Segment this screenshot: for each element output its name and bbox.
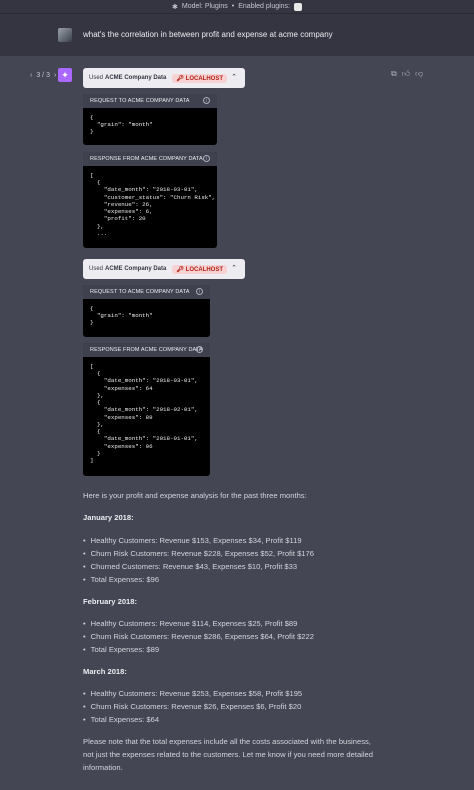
info-icon[interactable]: i xyxy=(196,288,203,295)
list-item: Churned Customers: Revenue $43, Expenses… xyxy=(83,562,297,571)
list-item: Churn Risk Customers: Revenue $228, Expe… xyxy=(83,549,314,558)
response-panel: RESPONSE FROM ACME COMPANY DATA i [ { "d… xyxy=(83,343,210,476)
chevron-up-icon[interactable]: ⌃ xyxy=(231,264,237,272)
response-header: RESPONSE FROM ACME COMPANY DATA i xyxy=(83,152,217,166)
section-heading: March 2018: xyxy=(83,667,127,676)
response-body: [ { "date_month": "2018-03-01", "custome… xyxy=(90,172,216,237)
info-icon[interactable]: i xyxy=(203,155,210,162)
section-heading: January 2018: xyxy=(83,513,134,522)
thumbs-up-icon[interactable]: 👍︎ xyxy=(402,69,410,79)
response-label: RESPONSE FROM ACME COMPANY DATA xyxy=(90,347,203,353)
request-panel: REQUEST TO ACME COMPANY DATA i { "grain"… xyxy=(83,285,210,337)
list-item: Healthy Customers: Revenue $114, Expense… xyxy=(83,619,298,628)
used-prefix: Used xyxy=(89,266,104,272)
enabled-plugins-label: Enabled plugins: xyxy=(238,3,290,10)
response-panel: RESPONSE FROM ACME COMPANY DATA i [ { "d… xyxy=(83,152,217,248)
list-item: Healthy Customers: Revenue $253, Expense… xyxy=(83,689,302,698)
top-bar: ✱ Model: Plugins • Enabled plugins: xyxy=(0,0,474,14)
list-item: Churn Risk Customers: Revenue $26, Expen… xyxy=(83,702,302,711)
info-icon[interactable]: i xyxy=(196,346,203,353)
answer-closing: Please note that the total expenses incl… xyxy=(83,737,373,772)
thumbs-down-icon[interactable]: 👎︎ xyxy=(415,69,423,79)
request-label: REQUEST TO ACME COMPANY DATA xyxy=(90,289,190,295)
info-icon[interactable]: i xyxy=(203,97,210,104)
list-item: Total Expenses: $64 xyxy=(83,715,159,724)
request-header: REQUEST TO ACME COMPANY DATA i xyxy=(83,285,210,299)
pager-prev-button[interactable]: ‹ xyxy=(30,72,32,79)
answer-intro: Here is your profit and expense analysis… xyxy=(83,491,307,500)
list-item: Healthy Customers: Revenue $153, Expense… xyxy=(83,536,302,545)
pager-label: 3 / 3 xyxy=(36,72,50,79)
response-body: [ { "date_month": "2018-03-01", "expense… xyxy=(90,363,198,465)
list-item: Total Expenses: $96 xyxy=(83,575,159,584)
pager-next-button[interactable]: › xyxy=(54,72,56,79)
localhost-badge: 🔑︎ LOCALHOST xyxy=(172,264,227,274)
message-actions: ⧉ 👍︎ 👎︎ xyxy=(391,69,423,79)
plugin-call-toggle[interactable]: Used ACME Company Data 🔑︎ LOCALHOST ⌃ xyxy=(83,68,245,88)
chevron-up-icon[interactable]: ⌃ xyxy=(231,73,237,81)
assistant-logo-icon: ✦ xyxy=(58,68,72,82)
plugin-name: ACME Company Data xyxy=(105,266,167,272)
copy-icon[interactable]: ⧉ xyxy=(391,69,397,79)
request-body: { "grain": "month" } xyxy=(90,305,153,327)
request-label: REQUEST TO ACME COMPANY DATA xyxy=(90,98,190,104)
response-header: RESPONSE FROM ACME COMPANY DATA i xyxy=(83,343,210,357)
list-item: Total Expenses: $89 xyxy=(83,645,159,654)
plugin-call-toggle[interactable]: Used ACME Company Data 🔑︎ LOCALHOST ⌃ xyxy=(83,259,245,279)
puzzle-icon: ✱ xyxy=(171,3,178,11)
request-body: { "grain": "month" } xyxy=(90,114,153,136)
model-label: Model: Plugins xyxy=(181,3,228,10)
request-panel: REQUEST TO ACME COMPANY DATA i { "grain"… xyxy=(83,94,217,145)
plugin-logo-icon xyxy=(294,2,302,11)
response-label: RESPONSE FROM ACME COMPANY DATA xyxy=(90,156,203,162)
topbar-separator: • xyxy=(231,3,235,10)
user-avatar xyxy=(58,28,72,42)
response-pager: ‹ 3 / 3 › xyxy=(30,72,56,79)
localhost-badge: 🔑︎ LOCALHOST xyxy=(172,73,227,83)
localhost-badge-label: LOCALHOST xyxy=(185,266,223,273)
user-message: what's the correlation in between profit… xyxy=(83,30,333,39)
plugin-name: ACME Company Data xyxy=(105,75,167,81)
used-prefix: Used xyxy=(89,75,104,81)
request-header: REQUEST TO ACME COMPANY DATA i xyxy=(83,94,217,108)
list-item: Churn Risk Customers: Revenue $286, Expe… xyxy=(83,632,314,641)
localhost-badge-label: LOCALHOST xyxy=(185,75,223,82)
section-heading: February 2018: xyxy=(83,597,138,606)
